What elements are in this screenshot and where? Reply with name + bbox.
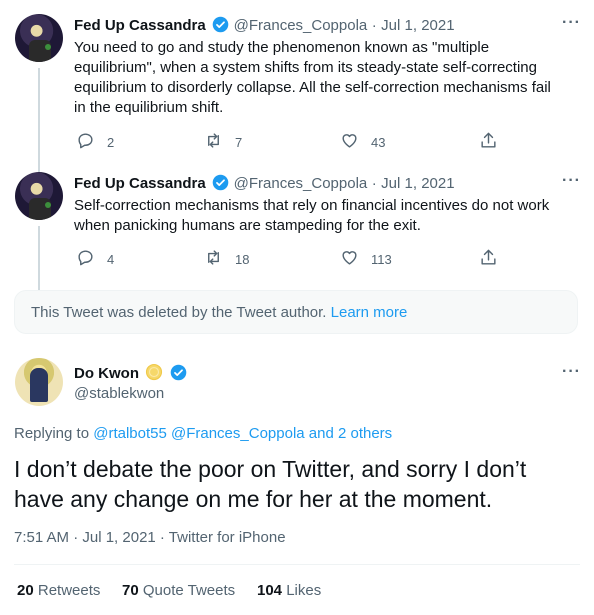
thread-line <box>38 226 40 290</box>
tweet-date[interactable]: Jul 1, 2021 <box>381 175 454 192</box>
verified-badge-icon <box>170 364 187 386</box>
like-icon <box>340 131 359 153</box>
like-button[interactable]: 43 <box>340 131 385 153</box>
verified-badge-icon <box>212 16 229 38</box>
tweet-text: You need to go and study the phenomenon … <box>74 39 551 116</box>
tweet-text: Self-correction mechanisms that rely on … <box>74 197 550 234</box>
reply-count: 2 <box>107 134 115 150</box>
tweet-header: Fed Up Cassandra @Frances_Coppola · Jul … <box>74 16 455 38</box>
retweet-button[interactable]: 7 <box>204 131 242 153</box>
retweets-label: Retweets <box>37 582 101 599</box>
author-handle[interactable]: @Frances_Coppola <box>234 17 368 34</box>
retweet-button[interactable]: 18 <box>204 248 249 270</box>
avatar[interactable] <box>15 172 63 220</box>
author-name[interactable]: Do Kwon <box>74 365 139 382</box>
replying-to-users[interactable]: @rtalbot55 @Frances_Coppola and 2 others <box>93 425 392 442</box>
author-name[interactable]: Fed Up Cassandra <box>74 175 206 192</box>
coin-emoji-icon <box>145 363 163 386</box>
like-icon <box>340 248 359 270</box>
main-tweet-text: I don’t debate the poor on Twitter, and … <box>14 456 527 512</box>
replying-to: Replying to @rtalbot55 @Frances_Coppola … <box>14 425 392 442</box>
author-name[interactable]: Fed Up Cassandra <box>74 17 206 34</box>
reply-button[interactable]: 4 <box>76 248 114 270</box>
retweets-stat[interactable]: 20 Retweets <box>17 582 100 599</box>
quotes-count: 70 <box>122 582 139 599</box>
deleted-tweet-notice: This Tweet was deleted by the Tweet auth… <box>14 290 578 334</box>
share-icon <box>479 131 498 153</box>
share-icon <box>479 248 498 270</box>
quote-tweets-stat[interactable]: 70 Quote Tweets <box>122 582 235 599</box>
share-button[interactable] <box>479 131 498 153</box>
author-handle[interactable]: @stablekwon <box>74 385 164 402</box>
likes-stat[interactable]: 104 Likes <box>257 582 321 599</box>
more-icon[interactable]: ··· <box>562 172 581 190</box>
like-button[interactable]: 113 <box>340 248 392 270</box>
separator-dot: · <box>371 17 377 34</box>
tweet-date[interactable]: Jul 1, 2021 <box>381 17 454 34</box>
reply-icon <box>76 131 95 153</box>
retweets-count: 20 <box>17 582 34 599</box>
avatar[interactable] <box>15 14 63 62</box>
quotes-label: Quote Tweets <box>142 582 236 599</box>
author-handle[interactable]: @Frances_Coppola <box>234 175 368 192</box>
more-icon[interactable]: ··· <box>562 363 581 381</box>
separator-dot: · <box>371 175 377 192</box>
verified-badge-icon <box>212 174 229 196</box>
retweet-icon <box>204 248 223 270</box>
retweet-icon <box>204 131 223 153</box>
likes-count: 104 <box>257 582 283 599</box>
retweet-count: 7 <box>235 134 243 150</box>
divider <box>14 564 580 565</box>
share-button[interactable] <box>479 248 498 270</box>
likes-label: Likes <box>286 582 322 599</box>
reply-button[interactable]: 2 <box>76 131 114 153</box>
replying-to-label: Replying to <box>14 425 90 442</box>
thread-line <box>38 68 40 172</box>
tweet-header: Fed Up Cassandra @Frances_Coppola · Jul … <box>74 174 455 196</box>
like-count: 113 <box>371 251 392 267</box>
retweet-count: 18 <box>235 251 250 267</box>
more-icon[interactable]: ··· <box>562 14 581 32</box>
like-count: 43 <box>371 134 386 150</box>
reply-icon <box>76 248 95 270</box>
tweet-timestamp[interactable]: 7:51 AM · Jul 1, 2021 · Twitter for iPho… <box>14 529 286 546</box>
deleted-notice-text: This Tweet was deleted by the Tweet auth… <box>31 303 327 321</box>
main-tweet-header: Do Kwon <box>74 363 187 386</box>
reply-count: 4 <box>107 251 115 267</box>
learn-more-link[interactable]: Learn more <box>331 304 408 321</box>
avatar[interactable] <box>15 358 63 406</box>
